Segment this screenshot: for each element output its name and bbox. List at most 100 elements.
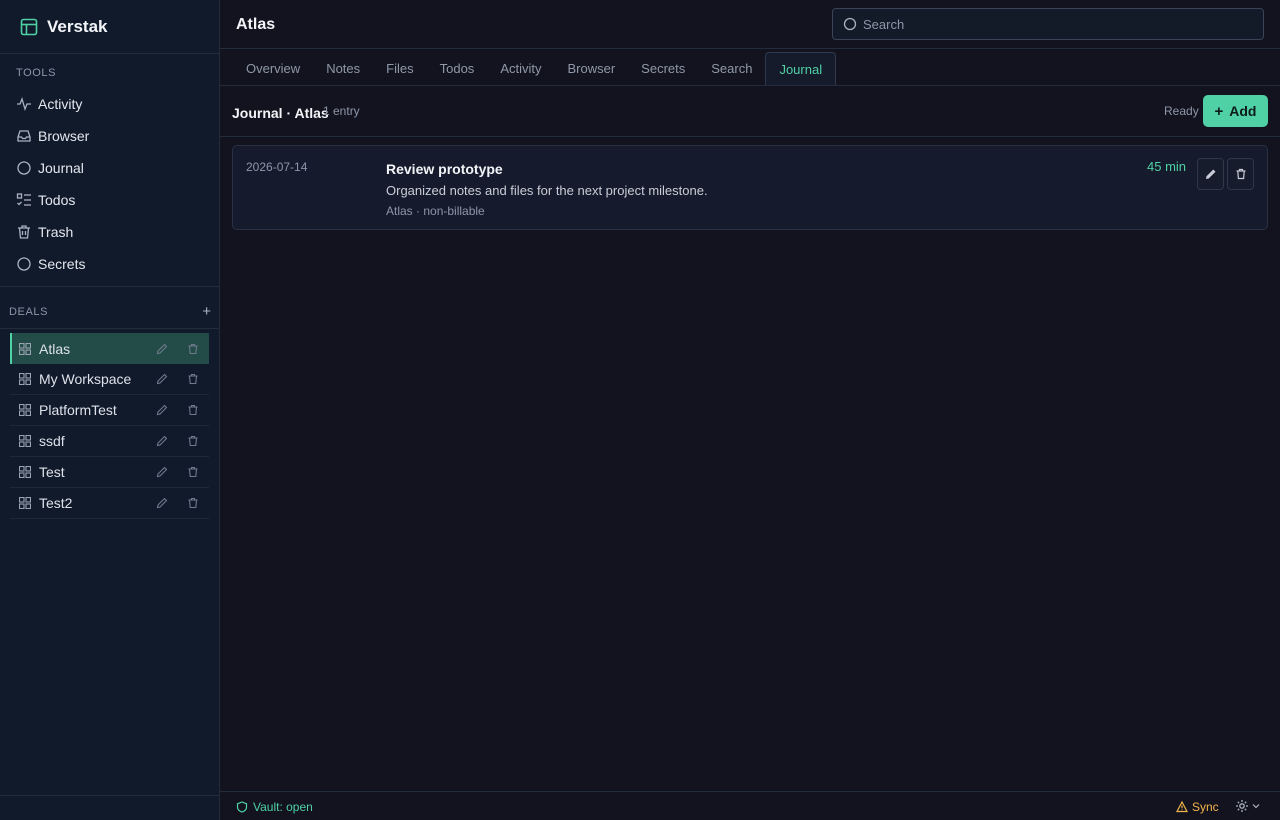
app-logo-icon xyxy=(20,18,38,35)
sidebar-item-secrets[interactable]: Secrets xyxy=(0,248,219,280)
deal-label: Atlas xyxy=(39,340,71,357)
trash-icon[interactable] xyxy=(187,435,199,447)
sync-status[interactable]: Sync xyxy=(1176,800,1219,814)
list-todo-icon xyxy=(16,193,31,206)
sidebar-divider xyxy=(0,286,219,287)
tab-browser[interactable]: Browser xyxy=(554,52,628,85)
sidebar-item-label: Secrets xyxy=(38,256,86,272)
deal-item-test2[interactable]: Test2 xyxy=(10,488,209,519)
add-deal-button[interactable]: + xyxy=(202,304,211,319)
trash-icon[interactable] xyxy=(187,497,199,509)
status-bar: Vault: open Sync xyxy=(220,791,1280,820)
journal-entry[interactable]: 2026-07-14 Review prototype Organized no… xyxy=(232,145,1268,230)
grid-icon xyxy=(19,435,31,447)
circle-icon xyxy=(17,257,31,271)
deal-item-ssdf[interactable]: ssdf xyxy=(10,426,209,457)
deal-item-platformtest[interactable]: PlatformTest xyxy=(10,395,209,426)
grid-icon xyxy=(19,466,31,478)
edit-icon[interactable] xyxy=(156,404,168,416)
sidebar-item-label: Activity xyxy=(38,96,83,112)
sidebar-item-label: Browser xyxy=(38,128,90,144)
trash-icon[interactable] xyxy=(187,343,199,355)
entry-date: 2026-07-14 xyxy=(246,160,308,174)
sidebar-item-browser[interactable]: Browser xyxy=(0,120,219,152)
tab-journal[interactable]: Journal xyxy=(765,52,837,85)
sidebar-item-todos[interactable]: Todos xyxy=(0,184,219,216)
entry-count: 1 entry xyxy=(323,104,360,118)
journal-title: Journal · Atlas xyxy=(232,105,329,121)
tab-secrets[interactable]: Secrets xyxy=(628,52,698,85)
entry-meta: Atlas · non-billable xyxy=(386,204,485,218)
edit-icon[interactable] xyxy=(156,435,168,447)
deal-item-test[interactable]: Test xyxy=(10,457,209,488)
app-name: Verstak xyxy=(47,16,108,36)
delete-entry-button[interactable] xyxy=(1227,158,1254,190)
brand: Verstak xyxy=(0,0,219,54)
trash-icon xyxy=(18,225,30,239)
tools-list: Activity Browser Journal Todos Trash Sec… xyxy=(0,88,219,280)
deal-label: Test xyxy=(39,464,65,480)
entry-title: Review prototype xyxy=(386,161,503,177)
tab-files[interactable]: Files xyxy=(373,52,426,85)
deal-label: ssdf xyxy=(39,433,65,449)
add-button-label: Add xyxy=(1229,103,1257,119)
search-icon xyxy=(843,17,857,31)
sidebar-divider xyxy=(0,328,219,329)
sidebar-item-label: Todos xyxy=(38,192,76,208)
grid-icon xyxy=(19,373,31,385)
tab-overview[interactable]: Overview xyxy=(233,52,313,85)
deal-label: PlatformTest xyxy=(39,402,117,418)
grid-icon xyxy=(19,342,31,355)
sidebar-item-trash[interactable]: Trash xyxy=(0,216,219,248)
circle-icon xyxy=(17,161,31,175)
edit-icon[interactable] xyxy=(156,497,168,509)
deals-list: Atlas My Workspace PlatformTest ssdf Tes… xyxy=(10,333,209,519)
inbox-icon xyxy=(17,130,31,142)
vault-status[interactable]: Vault: open xyxy=(236,800,313,814)
edit-entry-button[interactable] xyxy=(1197,158,1224,190)
entry-duration: 45 min xyxy=(1147,159,1187,174)
activity-icon xyxy=(17,97,31,111)
tab-notes[interactable]: Notes xyxy=(313,52,373,85)
edit-icon[interactable] xyxy=(156,373,168,385)
entry-description: Organized notes and files for the next p… xyxy=(386,183,708,198)
search-input[interactable] xyxy=(863,16,1243,32)
status-text: Ready xyxy=(1164,104,1199,118)
edit-icon[interactable] xyxy=(156,343,168,355)
tab-activity[interactable]: Activity xyxy=(487,52,554,85)
deal-item-my-workspace[interactable]: My Workspace xyxy=(10,364,209,395)
trash-icon xyxy=(1236,168,1245,180)
deal-label: Test2 xyxy=(39,495,73,511)
tools-section-title: TOOLS xyxy=(16,67,57,79)
vault-label: Vault: open xyxy=(253,800,313,814)
sidebar-item-journal[interactable]: Journal xyxy=(0,152,219,184)
grid-icon xyxy=(19,404,31,416)
header: Atlas xyxy=(220,0,1280,49)
settings-menu[interactable] xyxy=(1235,799,1260,813)
deal-item-atlas[interactable]: Atlas xyxy=(10,333,209,364)
shield-icon xyxy=(236,801,248,813)
sidebar: Verstak TOOLS Activity Browser Journal T… xyxy=(0,0,220,820)
sidebar-item-label: Trash xyxy=(38,224,74,240)
tab-search[interactable]: Search xyxy=(698,52,765,85)
pencil-icon xyxy=(1205,169,1215,179)
grid-icon xyxy=(19,497,31,509)
sidebar-item-label: Journal xyxy=(38,160,84,176)
tab-todos[interactable]: Todos xyxy=(427,52,488,85)
trash-icon[interactable] xyxy=(187,404,199,416)
chevron-down-icon xyxy=(1252,804,1260,809)
sidebar-item-activity[interactable]: Activity xyxy=(0,88,219,120)
tab-bar: Overview Notes Files Todos Activity Brow… xyxy=(220,49,1280,86)
add-entry-button[interactable]: + Add xyxy=(1203,95,1268,127)
journal-toolbar: Journal · Atlas 1 entry Ready + Add xyxy=(220,86,1280,137)
search-box[interactable] xyxy=(832,8,1264,40)
plus-icon: + xyxy=(1214,102,1224,120)
trash-icon[interactable] xyxy=(187,373,199,385)
trash-icon[interactable] xyxy=(187,466,199,478)
sidebar-footer xyxy=(0,795,219,796)
deals-section-title: DEALS xyxy=(9,306,49,318)
gear-icon xyxy=(1236,800,1248,812)
edit-icon[interactable] xyxy=(156,466,168,478)
page-title: Atlas xyxy=(236,16,276,33)
sync-label: Sync xyxy=(1192,800,1219,814)
